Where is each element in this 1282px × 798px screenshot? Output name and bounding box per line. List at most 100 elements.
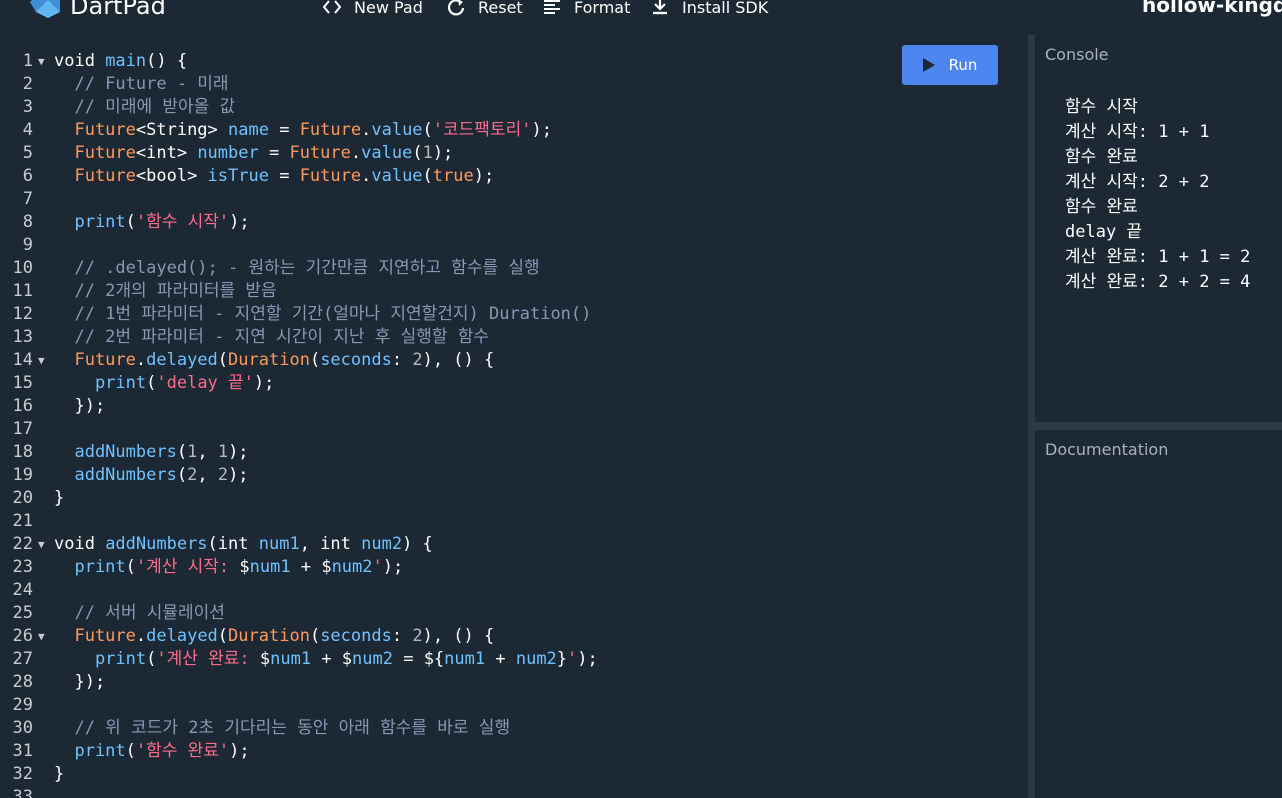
horizontal-splitter[interactable]: [1035, 422, 1282, 430]
code-line[interactable]: 13 // 2번 파라미터 - 지연 시간이 지난 후 실행할 함수: [0, 326, 1028, 349]
code-line[interactable]: 18 addNumbers(1, 1);: [0, 441, 1028, 464]
code-line[interactable]: 24: [0, 579, 1028, 602]
code-line[interactable]: 11 // 2개의 파라미터를 받음: [0, 280, 1028, 303]
code-token: }: [54, 764, 65, 784]
code-token: <bool>: [135, 166, 208, 186]
line-number: 5: [22, 143, 33, 163]
code-line[interactable]: 2 // Future - 미래: [0, 73, 1028, 96]
run-button[interactable]: Run: [902, 45, 998, 85]
code-token: .: [135, 626, 147, 646]
code-token: seconds: [320, 626, 392, 646]
code-token: '함수 완료': [135, 741, 230, 761]
code-line[interactable]: 10 // .delayed(); - 원하는 기간만큼 지연하고 함수를 실행: [0, 257, 1028, 280]
code-token: 2: [412, 626, 423, 646]
project-name[interactable]: hollow-kingdo: [1142, 0, 1282, 17]
code-token: '계산 시작:: [135, 557, 240, 577]
code-line[interactable]: 32}: [0, 763, 1028, 786]
code-line[interactable]: 3 // 미래에 받아올 값: [0, 96, 1028, 119]
code-line[interactable]: 6 Future<bool> isTrue = Future.value(tru…: [0, 165, 1028, 188]
fold-toggle-icon[interactable]: ▼: [38, 625, 50, 648]
code-line[interactable]: 14 ▼ Future.delayed(Duration(seconds: 2),…: [0, 349, 1028, 372]
fold-toggle-icon[interactable]: ▼: [38, 349, 50, 372]
code-line[interactable]: 26 ▼ Future.delayed(Duration(seconds: 2),…: [0, 625, 1028, 648]
code-lines[interactable]: 1 ▼ void main() {2 // Future - 미래 3 // 미래에 …: [0, 50, 1028, 798]
line-number: 3: [22, 97, 33, 117]
code-line[interactable]: 33: [0, 786, 1028, 798]
code-line[interactable]: 20}: [0, 487, 1028, 510]
code-token: Future: [54, 166, 136, 186]
code-line[interactable]: 4 Future<String> name = Future.value('코드…: [0, 119, 1028, 142]
line-number: 26: [12, 626, 33, 646]
code-token: );: [228, 442, 249, 462]
vertical-splitter[interactable]: [1028, 35, 1035, 798]
line-number: 1: [22, 51, 33, 71]
console-output: 함수 시작 계산 시작: 1 + 1 함수 완료 계산 시작: 2 + 2 함수 완료 d…: [1065, 95, 1282, 295]
code-line[interactable]: 12 // 1번 파라미터 - 지연할 기간(얼마나 지연할건지) Durati…: [0, 303, 1028, 326]
code-line[interactable]: 17: [0, 418, 1028, 441]
run-label: Run: [948, 56, 978, 74]
code-line[interactable]: 15 print('delay 끝');: [0, 372, 1028, 395]
code-line[interactable]: 22 ▼ void addNumbers(int num1, int num2) {: [0, 533, 1028, 556]
documentation-title: Documentation: [1045, 440, 1169, 459]
code-token: num1: [258, 534, 300, 554]
code-line[interactable]: 30 // 위 코드가 2초 기다리는 동안 아래 함수를 바로 실행: [0, 717, 1028, 740]
play-icon: [922, 58, 935, 72]
code-token: print: [54, 212, 126, 232]
code-token: print: [54, 373, 147, 393]
code-token: (: [217, 350, 229, 370]
code-token: (int: [207, 534, 259, 554]
code-line[interactable]: 29: [0, 694, 1028, 717]
fold-toggle-icon[interactable]: ▼: [38, 50, 50, 73]
code-line[interactable]: 5 Future<int> number = Future.value(1);: [0, 142, 1028, 165]
code-line[interactable]: 16 });: [0, 395, 1028, 418]
reset-button[interactable]: Reset: [446, 0, 523, 18]
format-align-icon: [544, 0, 560, 14]
code-line[interactable]: 8 print('함수 시작');: [0, 211, 1028, 234]
code-token: );: [229, 212, 250, 232]
code-text: });: [54, 671, 105, 694]
code-token: (: [146, 649, 157, 669]
console-title: Console: [1045, 45, 1109, 64]
line-number: 25: [12, 603, 33, 623]
code-line[interactable]: 27 print('계산 완료: $num1 + $num2 = ${num1 …: [0, 648, 1028, 671]
code-line[interactable]: 25 // 서버 시뮬레이션: [0, 602, 1028, 625]
line-number: 14: [12, 350, 33, 370]
app-logo-text: DartPad: [70, 0, 166, 20]
install-sdk-button[interactable]: Install SDK: [650, 0, 768, 18]
code-token: number: [197, 143, 259, 163]
code-line[interactable]: 31 print('함수 완료');: [0, 740, 1028, 763]
code-token: delayed: [146, 626, 218, 646]
code-token: ), () {: [422, 626, 495, 646]
console-panel: Console 함수 시작 계산 시작: 1 + 1 함수 완료 계산 시작: 2 +…: [1035, 35, 1282, 422]
code-line[interactable]: 28 });: [0, 671, 1028, 694]
code-line[interactable]: 9: [0, 234, 1028, 257]
line-number: 7: [22, 189, 33, 209]
code-line[interactable]: 7: [0, 188, 1028, 211]
code-line[interactable]: 19 addNumbers(2, 2);: [0, 464, 1028, 487]
code-text: Future<int> number = Future.value(1);: [54, 142, 453, 165]
code-token: );: [531, 120, 552, 140]
fold-toggle-icon[interactable]: ▼: [38, 533, 50, 556]
code-line[interactable]: 23 print('계산 시작: $num1 + $num2');: [0, 556, 1028, 579]
code-token: Future: [54, 626, 136, 646]
format-button[interactable]: Format: [542, 0, 630, 18]
code-token: (: [309, 350, 321, 370]
code-token: .: [361, 120, 372, 140]
line-number: 23: [12, 557, 33, 577]
new-pad-button[interactable]: New Pad: [322, 0, 423, 18]
code-text: print('계산 완료: $num1 + $num2 = ${num1 + n…: [54, 648, 598, 671]
code-token: num1: [270, 649, 312, 669]
code-token: :: [391, 350, 413, 370]
code-editor[interactable]: 1 ▼ void main() {2 // Future - 미래 3 // 미래에 …: [0, 35, 1028, 798]
code-line[interactable]: 21: [0, 510, 1028, 533]
code-line[interactable]: 1 ▼ void main() {: [0, 50, 1028, 73]
code-token: ': [372, 557, 383, 577]
line-number: 11: [12, 281, 33, 301]
code-token: (: [125, 557, 136, 577]
code-token: value: [371, 166, 423, 186]
line-number: 19: [12, 465, 33, 485]
code-token: (: [125, 212, 136, 232]
code-token: ': [567, 649, 578, 669]
code-text: Future<bool> isTrue = Future.value(true)…: [54, 165, 494, 188]
line-number: 29: [12, 695, 33, 715]
